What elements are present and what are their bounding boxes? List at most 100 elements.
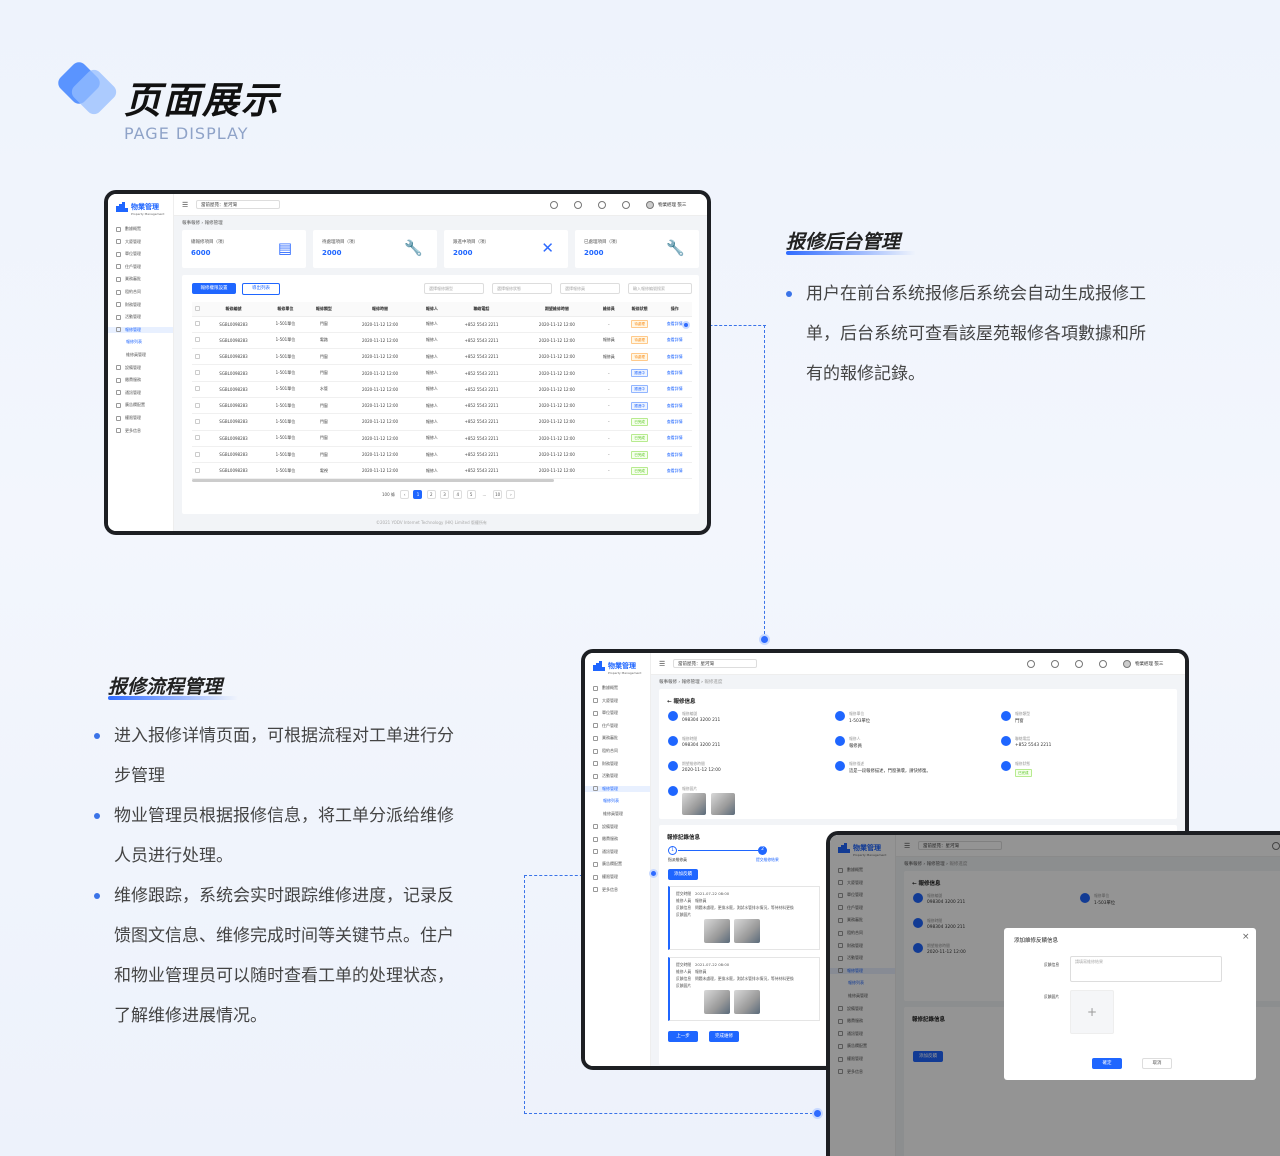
status-filter-select[interactable]: 選擇報修狀態 [492,283,552,294]
sidebar-item[interactable]: 報修列表 [126,339,142,345]
globe-icon[interactable] [622,201,630,209]
tree-icon[interactable] [1075,660,1083,668]
row-checkbox[interactable] [192,446,203,464]
sidebar-item[interactable]: 單位管理 [593,710,618,716]
sidebar-item[interactable]: 廣告欄配置 [593,861,622,867]
avatar[interactable] [646,201,654,209]
view-detail-link[interactable]: 查看詳情 [657,348,692,366]
complete-repair-button[interactable]: 完成維修 [709,1031,739,1042]
view-detail-link[interactable]: 查看詳情 [657,332,692,350]
page-button[interactable]: 10 [493,490,503,499]
view-detail-link[interactable]: 查看詳情 [657,397,692,415]
feedback-photo[interactable] [704,990,730,1014]
type-filter-select[interactable]: 選擇報修類型 [424,283,484,294]
close-icon[interactable]: × [1242,932,1250,942]
tree-icon[interactable] [598,201,606,209]
sidebar-item[interactable]: 繳費服務 [116,377,141,383]
page-button[interactable]: 5 [466,490,476,499]
row-checkbox[interactable] [192,348,203,366]
row-checkbox[interactable] [192,316,203,333]
add-feedback-button[interactable]: 添加反饋 [668,869,698,880]
sidebar-item[interactable]: 設備管理 [593,824,618,830]
sidebar-item[interactable]: 繳費服務 [593,836,618,842]
view-detail-link[interactable]: 查看詳情 [657,413,692,431]
sidebar-item[interactable]: 數據概覽 [116,226,141,232]
upload-photo-button[interactable]: + [1070,990,1114,1034]
feedback-photo[interactable] [704,919,730,943]
feedback-input[interactable]: 請填寫維修結果 [1070,956,1222,982]
page-button[interactable]: 4 [453,490,463,499]
sidebar-item[interactable]: 業務審批 [593,735,618,741]
user-name[interactable]: 物業經理 張三 [1135,661,1163,667]
page-button[interactable]: 3 [440,490,450,499]
sidebar-item[interactable]: 數據概覽 [593,685,618,691]
sidebar-item[interactable]: 住戶管理 [116,264,141,270]
sidebar-item[interactable]: 通訊管理 [116,390,141,396]
sidebar-item[interactable]: 業務審批 [116,276,141,282]
row-checkbox[interactable] [192,364,203,382]
sidebar-item[interactable]: 權限管理 [593,874,618,880]
cancel-button[interactable]: 取消 [1142,1058,1172,1069]
row-checkbox[interactable] [192,430,203,447]
avatar[interactable] [1123,660,1131,668]
feedback-photo[interactable] [734,919,760,943]
permission-settings-button[interactable]: 報修權限設置 [192,283,236,294]
confirm-button[interactable]: 確定 [1092,1058,1122,1069]
row-checkbox[interactable] [192,381,203,398]
sidebar-item[interactable]: 財務管理 [116,302,141,308]
row-checkbox[interactable] [192,462,203,480]
view-detail-link[interactable]: 查看詳情 [657,364,692,382]
sidebar-item[interactable]: 報修管理 [108,326,173,333]
export-button[interactable]: 導出列表 [242,283,280,295]
sidebar-item[interactable]: 大廈管理 [116,239,141,245]
view-detail-link[interactable]: 查看詳情 [657,381,692,398]
page-button[interactable]: 2 [426,490,436,499]
page-button[interactable]: 1 [413,490,423,499]
horizontal-scrollbar[interactable] [192,479,554,482]
bell-icon[interactable] [1027,660,1035,668]
menu-fold-icon[interactable]: ☰ [182,201,188,209]
sidebar-item[interactable]: 報修管理 [585,785,650,792]
next-page-button[interactable]: › [506,490,516,499]
screen-icon[interactable] [1051,660,1059,668]
menu-fold-icon[interactable]: ☰ [659,660,665,668]
prev-step-button[interactable]: 上一步 [668,1031,698,1042]
screen-icon[interactable] [574,201,582,209]
prev-page-button[interactable]: ‹ [400,490,410,499]
sidebar-item[interactable]: 維修員管理 [603,811,623,817]
sidebar-item[interactable]: 大廈管理 [593,698,618,704]
globe-icon[interactable] [1099,660,1107,668]
sidebar-item[interactable]: 廣告欄配置 [116,402,145,408]
row-checkbox[interactable] [192,397,203,415]
estate-select[interactable]: 當前屋苑：星河灣 [673,659,757,668]
sidebar-item[interactable]: 租約合同 [116,289,141,295]
sidebar-item[interactable]: 更多信息 [593,887,618,893]
sidebar-item[interactable]: 設備管理 [116,365,141,371]
sidebar-item[interactable]: 單位管理 [116,251,141,257]
sidebar-item[interactable]: 財務管理 [593,761,618,767]
sidebar-item[interactable]: 通訊管理 [593,849,618,855]
sidebar-item[interactable]: 維修員管理 [126,352,146,358]
row-checkbox[interactable] [192,332,203,350]
bell-icon[interactable] [550,201,558,209]
sidebar-item[interactable]: 活動管理 [116,314,141,320]
sidebar-item[interactable]: 權限管理 [116,415,141,421]
select-all-checkbox[interactable] [192,302,203,317]
repair-photo[interactable] [711,793,735,815]
sidebar-item[interactable]: 租約合同 [593,748,618,754]
sidebar-item[interactable]: 報修列表 [603,798,619,804]
search-input[interactable]: 輸入報修編號搜索 [628,283,692,294]
feedback-photo[interactable] [734,990,760,1014]
sidebar-item[interactable]: 住戶管理 [593,723,618,729]
sidebar-item[interactable]: 更多信息 [116,428,141,434]
sidebar-item[interactable]: 活動管理 [593,773,618,779]
table-cell: SGBL0098283 [202,381,265,398]
row-checkbox[interactable] [192,413,203,431]
estate-select[interactable]: 當前屋苑：星河灣 [196,200,280,209]
view-detail-link[interactable]: 查看詳情 [657,430,692,447]
worker-filter-select[interactable]: 選擇報修員 [560,283,620,294]
user-name[interactable]: 物業經理 張三 [658,202,686,208]
repair-photo[interactable] [682,793,706,815]
view-detail-link[interactable]: 查看詳情 [657,462,692,480]
view-detail-link[interactable]: 查看詳情 [657,446,692,464]
